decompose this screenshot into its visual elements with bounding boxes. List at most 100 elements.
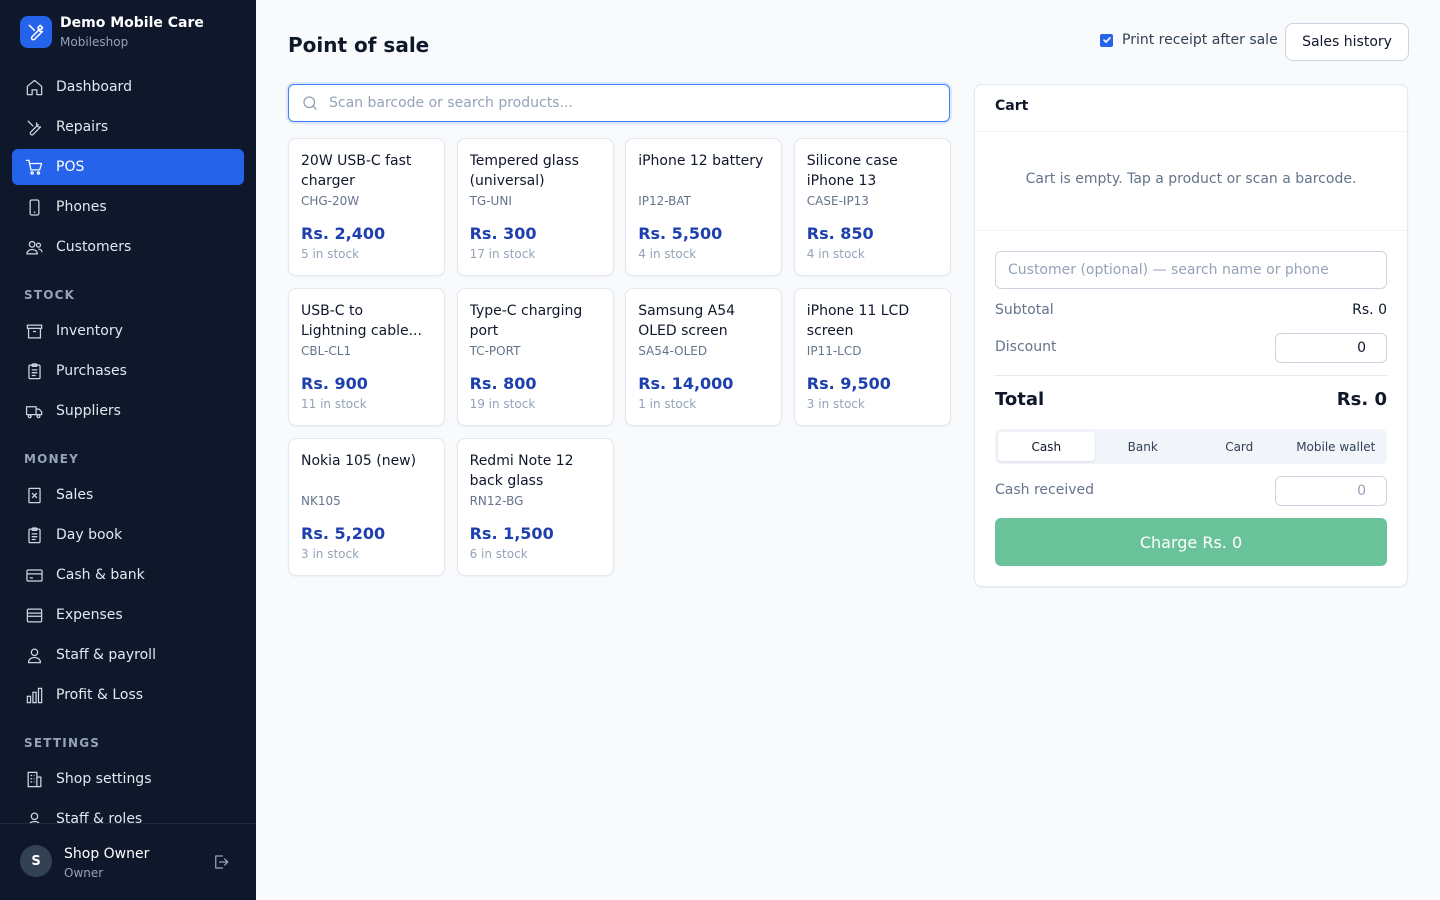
sales-history-button[interactable]: Sales history <box>1285 23 1409 61</box>
product-stock: 11 in stock <box>301 397 367 411</box>
product-sku: CASE-IP13 <box>806 194 869 208</box>
user-role: Owner <box>64 866 104 880</box>
page-title: Point of sale <box>288 33 430 57</box>
logout-icon[interactable] <box>212 853 230 871</box>
discount-label: Discount <box>995 339 1057 355</box>
product-price: Rs. 1,500 <box>469 524 554 543</box>
product-sku: RN12-BG <box>469 494 524 508</box>
search-input[interactable] <box>329 95 929 111</box>
product-card[interactable]: Nokia 105 (new) NK105 Rs. 5,200 3 in sto… <box>288 438 445 576</box>
sidebar-item-expenses[interactable]: Expenses <box>12 597 244 633</box>
cart-icon <box>24 157 44 177</box>
sidebar-item-label: Expenses <box>56 607 123 623</box>
product-price: Rs. 5,500 <box>638 224 723 243</box>
cart-title: Cart <box>995 98 1029 114</box>
product-name: Nokia 105 (new) <box>301 453 417 469</box>
print-receipt-checkbox[interactable] <box>1100 33 1113 47</box>
sidebar-item-label: Staff & payroll <box>56 647 156 663</box>
product-stock: 17 in stock <box>469 247 536 261</box>
product-stock: 19 in stock <box>469 397 536 411</box>
user-name: Shop Owner <box>64 846 150 862</box>
print-receipt-label: Print receipt after sale <box>1122 32 1278 48</box>
brand: Demo Mobile Care Mobileshop <box>20 16 204 48</box>
sidebar-item-label: Shop settings <box>56 771 152 787</box>
product-card[interactable]: Redmi Note 12 back glass RN12-BG Rs. 1,5… <box>456 438 614 576</box>
sidebar-item-pos[interactable]: POS <box>12 149 244 185</box>
product-sku: NK105 <box>301 494 341 508</box>
sidebar-nav: Dashboard Repairs POS Phones Customers S… <box>12 69 244 824</box>
sidebar-item-inventory[interactable]: Inventory <box>12 313 244 349</box>
subtotal-label: Subtotal <box>995 302 1054 318</box>
product-price: Rs. 9,500 <box>806 374 891 393</box>
discount-input[interactable] <box>1275 333 1387 363</box>
search-icon <box>303 96 317 110</box>
product-price: Rs. 850 <box>806 224 874 243</box>
payment-method-cash[interactable]: Cash <box>998 432 1095 461</box>
sidebar-item-dashboard[interactable]: Dashboard <box>12 69 244 105</box>
sidebar-item-customers[interactable]: Customers <box>12 229 244 265</box>
charge-button[interactable]: Charge Rs. 0 <box>995 518 1387 566</box>
sidebar-item-repairs[interactable]: Repairs <box>12 109 244 145</box>
product-card[interactable]: Samsung A54 OLED screen SA54-OLED Rs. 14… <box>625 288 783 426</box>
total-label: Total <box>995 389 1045 410</box>
sidebar-item-purchases[interactable]: Purchases <box>12 353 244 389</box>
sidebar-item-label: POS <box>56 159 85 175</box>
product-sku: CHG-20W <box>301 194 360 208</box>
sidebar-item-label: Inventory <box>56 323 123 339</box>
nav-section-stock: STOCK <box>24 288 76 302</box>
sidebar-item-staff-roles[interactable]: Staff & roles <box>12 801 244 824</box>
archive-icon <box>24 321 44 341</box>
credit-card-icon <box>24 565 44 585</box>
payment-method-bank[interactable]: Bank <box>1095 432 1192 461</box>
sidebar-item-profit-loss[interactable]: Profit & Loss <box>12 677 244 713</box>
sidebar-item-label: Profit & Loss <box>56 687 144 703</box>
product-card[interactable]: Silicone case iPhone 13 CASE-IP13 Rs. 85… <box>793 138 951 276</box>
product-card[interactable]: iPhone 12 battery IP12-BAT Rs. 5,500 4 i… <box>625 138 783 276</box>
sidebar-item-shop-settings[interactable]: Shop settings <box>12 761 244 797</box>
wallet-icon <box>24 605 44 625</box>
product-price: Rs. 800 <box>469 374 537 393</box>
user-panel: S Shop Owner Owner <box>0 823 256 900</box>
print-receipt-toggle[interactable]: Print receipt after sale <box>1100 32 1278 48</box>
product-name: iPhone 11 LCD screen <box>806 303 910 339</box>
product-stock: 4 in stock <box>638 247 697 261</box>
cash-received-input[interactable] <box>1275 476 1387 506</box>
payment-method-card[interactable]: Card <box>1191 432 1288 461</box>
payment-method-mobile-wallet[interactable]: Mobile wallet <box>1288 432 1385 461</box>
nav-section-money: MONEY <box>24 452 80 466</box>
sidebar-item-label: Dashboard <box>56 79 132 95</box>
product-sku: IP11-LCD <box>806 344 862 358</box>
users-icon <box>24 237 44 257</box>
product-name: 20W USB-C fast charger <box>301 153 412 189</box>
sidebar-item-suppliers[interactable]: Suppliers <box>12 393 244 429</box>
product-card[interactable]: USB-C to Lightning cable... CBL-CL1 Rs. … <box>288 288 445 426</box>
product-card[interactable]: Type-C charging port TC-PORT Rs. 800 19 … <box>456 288 614 426</box>
payment-method-selector: Cash Bank Card Mobile wallet <box>995 429 1387 464</box>
customer-search-input[interactable] <box>995 251 1387 289</box>
product-name: Samsung A54 OLED screen <box>638 303 736 339</box>
sidebar: Demo Mobile Care Mobileshop Dashboard Re… <box>0 0 256 900</box>
product-sku: TC-PORT <box>469 344 521 358</box>
product-price: Rs. 14,000 <box>638 374 734 393</box>
product-stock: 5 in stock <box>301 247 360 261</box>
sidebar-item-staff-payroll[interactable]: Staff & payroll <box>12 637 244 673</box>
sidebar-item-sales[interactable]: Sales <box>12 477 244 513</box>
product-card[interactable]: iPhone 11 LCD screen IP11-LCD Rs. 9,500 … <box>793 288 951 426</box>
product-name: Type-C charging port <box>469 303 583 339</box>
sidebar-item-label: Repairs <box>56 119 109 135</box>
sidebar-item-label: Customers <box>56 239 132 255</box>
product-card[interactable]: Tempered glass (universal) TG-UNI Rs. 30… <box>456 138 614 276</box>
product-price: Rs. 300 <box>469 224 537 243</box>
sidebar-item-label: Day book <box>56 527 123 543</box>
user-icon <box>24 645 44 665</box>
product-card[interactable]: 20W USB-C fast charger CHG-20W Rs. 2,400… <box>288 138 445 276</box>
divider <box>975 131 1407 132</box>
product-stock: 1 in stock <box>638 397 697 411</box>
brand-subtitle: Mobileshop <box>60 35 129 49</box>
sidebar-item-day-book[interactable]: Day book <box>12 517 244 553</box>
sidebar-item-cash-bank[interactable]: Cash & bank <box>12 557 244 593</box>
product-sku: IP12-BAT <box>638 194 691 208</box>
truck-icon <box>24 401 44 421</box>
sidebar-item-phones[interactable]: Phones <box>12 189 244 225</box>
product-stock: 6 in stock <box>469 547 528 561</box>
